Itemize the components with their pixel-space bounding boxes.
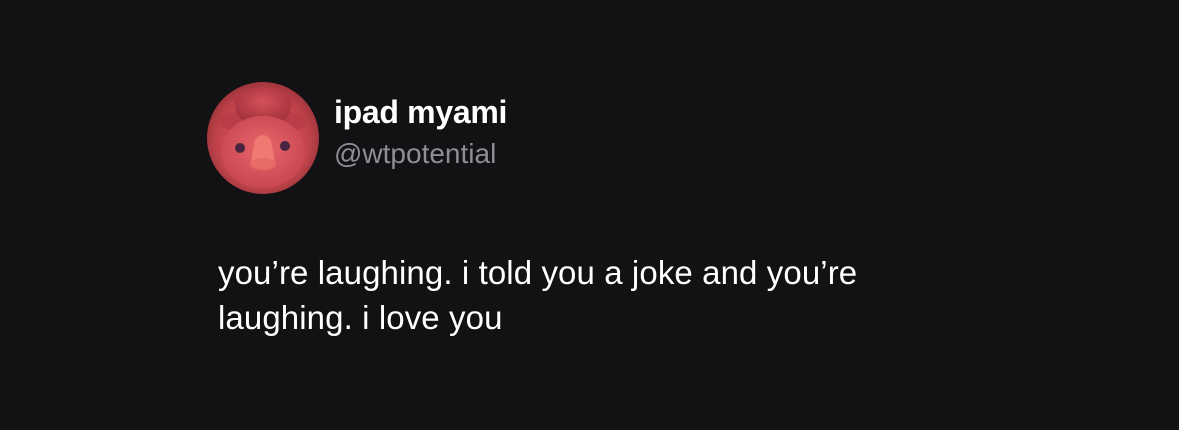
author-info: ipad myami @wtpotential [334, 92, 507, 172]
display-name[interactable]: ipad myami [334, 92, 507, 132]
tweet-text-line: laughing. i love you [218, 299, 503, 336]
user-handle[interactable]: @wtpotential [334, 136, 507, 172]
tweet-card: ipad myami @wtpotential you’re laughing.… [0, 0, 1179, 430]
avatar[interactable] [207, 82, 319, 194]
tweet-text: you’re laughing. i told you a joke and y… [218, 250, 1018, 340]
tweet-text-line: you’re laughing. i told you a joke and y… [218, 254, 858, 291]
duck-with-hat-avatar-icon [219, 88, 307, 188]
